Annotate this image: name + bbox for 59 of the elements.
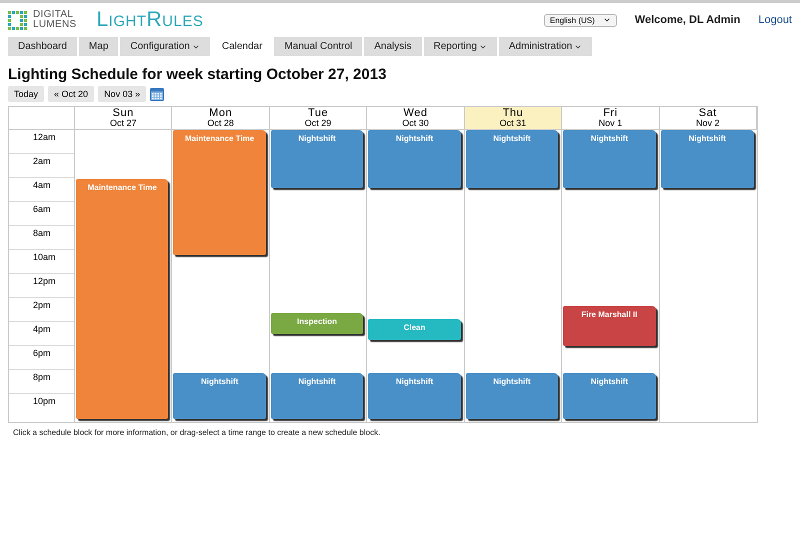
schedule-block[interactable]: Nightshift — [466, 130, 558, 188]
schedule-block[interactable]: Maintenance Time — [173, 130, 266, 255]
nav-tab[interactable]: Manual Control — [274, 37, 362, 56]
day-name: Sat — [698, 108, 717, 118]
hour-label: 4pm — [9, 322, 74, 346]
day-date: Oct 31 — [500, 118, 526, 128]
next-week-button[interactable]: Nov 03 » — [98, 86, 146, 102]
schedule-block[interactable]: Fire Marshall II — [563, 306, 656, 346]
hour-label: 2pm — [9, 298, 74, 322]
day-name: Fri — [603, 108, 618, 118]
schedule-block[interactable]: Nightshift — [368, 373, 461, 419]
day-name: Mon — [209, 108, 232, 118]
schedule-block[interactable]: Nightshift — [368, 130, 461, 188]
schedule-block[interactable]: Nightshift — [173, 373, 266, 419]
hour-label: 4am — [9, 178, 74, 202]
schedule-block[interactable]: Nightshift — [270, 373, 364, 419]
previous-week-button[interactable]: « Oct 20 — [48, 86, 94, 102]
hour-label: 2am — [9, 154, 74, 178]
schedule-block[interactable]: Nightshift — [660, 130, 754, 188]
hour-label: 6pm — [9, 346, 74, 370]
nav-tab[interactable]: Configuration — [120, 37, 210, 56]
schedule-block[interactable]: Nightshift — [563, 373, 656, 419]
day-name: Tue — [308, 108, 328, 118]
day-name: Thu — [502, 108, 524, 118]
schedule-block[interactable]: Nightshift — [466, 373, 558, 419]
nav-tab[interactable]: Administration — [498, 37, 592, 56]
day-date: Oct 30 — [402, 118, 429, 128]
hour-label: 12pm — [9, 274, 74, 298]
nav-tab[interactable]: Analysis — [364, 37, 422, 56]
hour-label: 8pm — [9, 370, 74, 394]
day-date: Oct 28 — [207, 118, 234, 128]
day-name: Sun — [112, 108, 134, 118]
hour-label: 10pm — [32, 395, 57, 408]
day-date: Nov 2 — [696, 118, 720, 128]
hint-text: Click a schedule block for more information, or drag-select a time range to create a new schedule block. — [13, 428, 382, 437]
day-date: Nov 1 — [598, 118, 622, 128]
hour-label: 6am — [9, 202, 74, 226]
schedule-block[interactable]: Nightshift — [270, 130, 364, 188]
schedule-block[interactable]: Maintenance Time — [76, 178, 168, 419]
schedule-block[interactable]: Nightshift — [563, 130, 656, 188]
language-select[interactable]: English (US) — [544, 14, 617, 26]
hour-label: 10am — [9, 250, 74, 274]
logo-icon — [8, 10, 27, 30]
day-date: Oct 29 — [304, 118, 332, 128]
schedule-block[interactable]: Inspection — [270, 312, 364, 334]
day-date: Oct 27 — [110, 118, 136, 128]
nav-tab[interactable]: Dashboard — [8, 37, 77, 56]
page-title: Lighting Schedule for week starting October 27, 2013 — [8, 66, 388, 83]
welcome-text: Welcome, DL Admin — [634, 14, 740, 26]
day-name: Wed — [404, 108, 428, 118]
today-button[interactable]: Today — [8, 86, 44, 102]
logout-link[interactable]: Logout — [758, 14, 792, 26]
nav-tab[interactable]: Map — [78, 37, 118, 56]
calendar-icon[interactable] — [150, 87, 164, 101]
brand-name: DIGITAL LUMENS — [33, 10, 76, 30]
hour-label: 8am — [9, 226, 74, 250]
hour-label: 12am — [9, 130, 74, 154]
nav-tab[interactable]: Reporting — [424, 37, 497, 56]
product-name: LightRules — [96, 8, 204, 32]
